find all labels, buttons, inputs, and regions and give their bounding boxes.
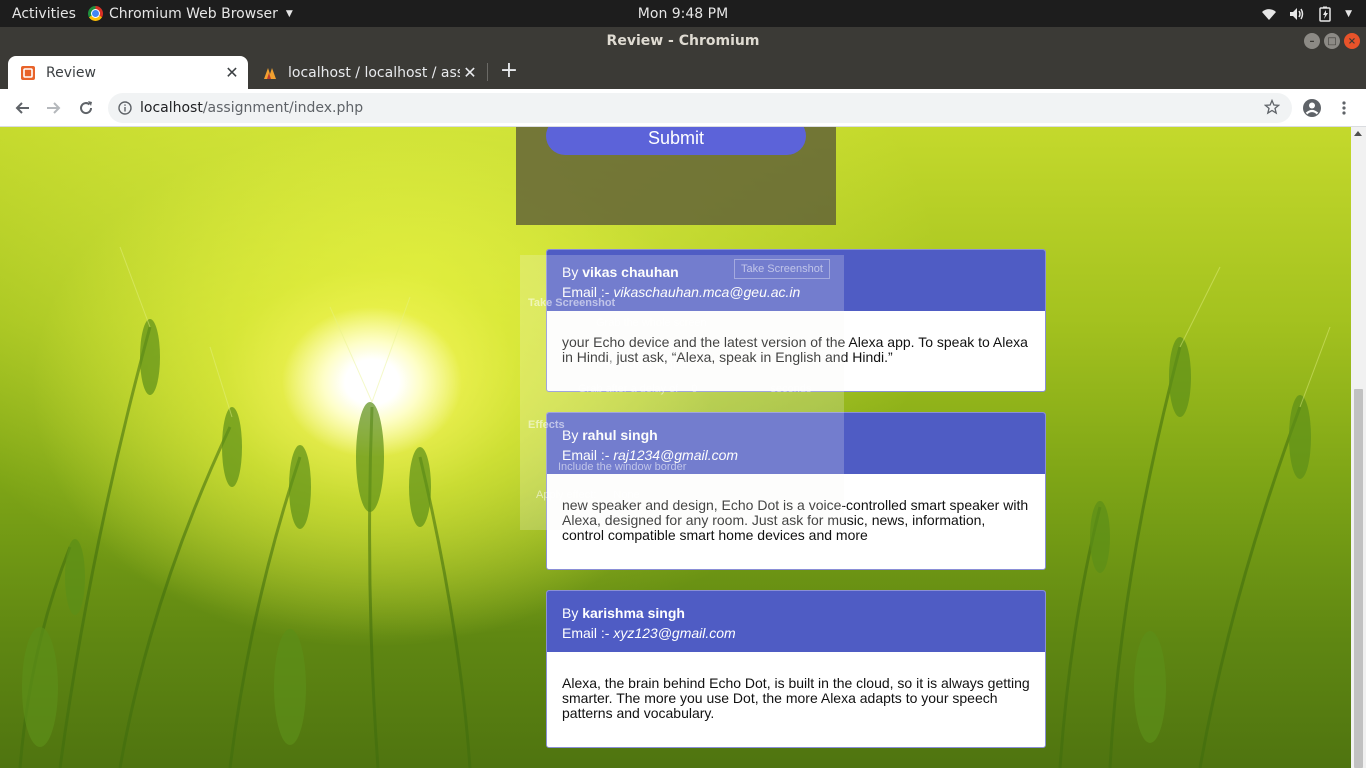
system-top-bar: Activities Chromium Web Browser ▼ Mon 9:… xyxy=(0,0,1366,27)
page-viewport: Submit By vikas chauhan Email :- vikasch… xyxy=(0,127,1351,768)
tab-title: localhost / localhost / assignment xyxy=(288,64,460,81)
more-vert-icon xyxy=(1342,101,1346,115)
review-card: By karishma singh Email :- xyz123@gmail.… xyxy=(546,590,1046,748)
app-menu[interactable]: Chromium Web Browser ▼ xyxy=(88,6,293,22)
maximize-icon[interactable]: □ xyxy=(1324,33,1340,49)
review-author: karishma singh xyxy=(582,605,685,621)
forward-arrow-icon xyxy=(47,102,61,114)
ghost-screenshot-dialog: Take Screenshot Take Screenshot Grab the… xyxy=(520,255,844,530)
app-menu-label: Chromium Web Browser xyxy=(109,5,278,22)
window-titlebar: Review - Chromium – □ × xyxy=(0,27,1366,55)
tab-close-icon[interactable]: ✕ xyxy=(222,63,242,82)
tab-phpmyadmin[interactable]: localhost / localhost / assignment ✕ xyxy=(250,56,486,89)
ghost-dialog-title: Take Screenshot xyxy=(528,297,616,309)
review-email: xyz123@gmail.com xyxy=(613,625,736,641)
address-bar[interactable]: localhost/assignment/index.php xyxy=(108,93,1292,123)
forward-button[interactable] xyxy=(41,96,67,120)
chevron-down-icon: ▼ xyxy=(285,8,293,19)
profile-button[interactable] xyxy=(1299,96,1325,120)
review-favicon-icon xyxy=(21,65,35,80)
ghost-delay-value: 0 xyxy=(691,383,698,395)
submit-button[interactable]: Submit xyxy=(546,127,806,155)
ghost-delay-unit: seconds xyxy=(770,383,812,395)
tab-close-icon[interactable]: ✕ xyxy=(460,63,480,82)
review-email-line: Email :- xyz123@gmail.com xyxy=(562,623,1030,643)
ghost-apply-effect: Apply effect: None xyxy=(536,489,640,501)
clock[interactable]: Mon 9:48 PM xyxy=(638,6,728,22)
ghost-delay: Grab after a delay of 0 seconds xyxy=(578,383,812,395)
chromium-icon xyxy=(88,6,103,21)
scrollbar-thumb[interactable] xyxy=(1354,389,1363,768)
ghost-effects-heading: Effects xyxy=(528,419,565,431)
window-title: Review - Chromium xyxy=(606,33,760,49)
url-host: localhost xyxy=(140,100,203,116)
wifi-icon[interactable] xyxy=(1261,7,1277,21)
back-arrow-icon xyxy=(15,102,29,114)
battery-icon[interactable] xyxy=(1317,6,1333,22)
ghost-apply-value: None xyxy=(613,489,640,501)
reload-icon xyxy=(80,101,93,115)
bookmark-star-icon[interactable] xyxy=(1264,99,1280,115)
review-form-panel: Submit xyxy=(516,127,836,225)
email-label: Email :- xyxy=(562,625,614,641)
reload-button[interactable] xyxy=(73,96,99,120)
url-path: /assignment/index.php xyxy=(202,100,364,116)
system-menu-chevron-icon[interactable]: ▼ xyxy=(1345,9,1352,19)
ghost-apply-label: Apply effect: xyxy=(536,489,597,501)
ghost-option-whole-screen: Grab the whole screen xyxy=(596,317,707,329)
close-window-icon[interactable]: × xyxy=(1344,33,1360,49)
tab-review[interactable]: Review ✕ xyxy=(8,56,248,89)
system-tray[interactable]: ▼ xyxy=(1261,0,1352,27)
back-button[interactable] xyxy=(9,96,35,120)
scroll-up-arrow-icon[interactable] xyxy=(1354,131,1362,136)
activities-button[interactable]: Activities xyxy=(0,6,88,22)
info-icon[interactable] xyxy=(118,101,132,115)
by-label: By xyxy=(562,605,583,621)
menu-button[interactable] xyxy=(1331,96,1357,120)
minimize-icon[interactable]: – xyxy=(1304,33,1320,49)
ghost-delay-label: Grab after a delay of xyxy=(578,383,679,395)
ghost-take-screenshot-button: Take Screenshot xyxy=(734,259,830,279)
review-text: Alexa, the brain behind Echo Dot, is bui… xyxy=(562,675,1030,721)
account-icon xyxy=(1303,99,1321,117)
tab-title: Review xyxy=(46,64,96,81)
ghost-include-border: Include the window border xyxy=(558,461,687,473)
ghost-option-area: Select area to grab xyxy=(596,359,689,371)
tab-strip: Review ✕ localhost / localhost / assignm… xyxy=(0,55,1366,89)
volume-icon[interactable] xyxy=(1289,7,1305,21)
tab-separator xyxy=(487,63,488,81)
phpmyadmin-favicon-icon xyxy=(264,67,276,79)
new-tab-button[interactable]: + xyxy=(498,60,520,84)
review-card-header: By karishma singh Email :- xyz123@gmail.… xyxy=(547,591,1045,652)
browser-toolbar: localhost/assignment/index.php xyxy=(0,89,1366,127)
review-author-line: By karishma singh xyxy=(562,603,1030,623)
page-scrollbar[interactable] xyxy=(1351,127,1366,768)
